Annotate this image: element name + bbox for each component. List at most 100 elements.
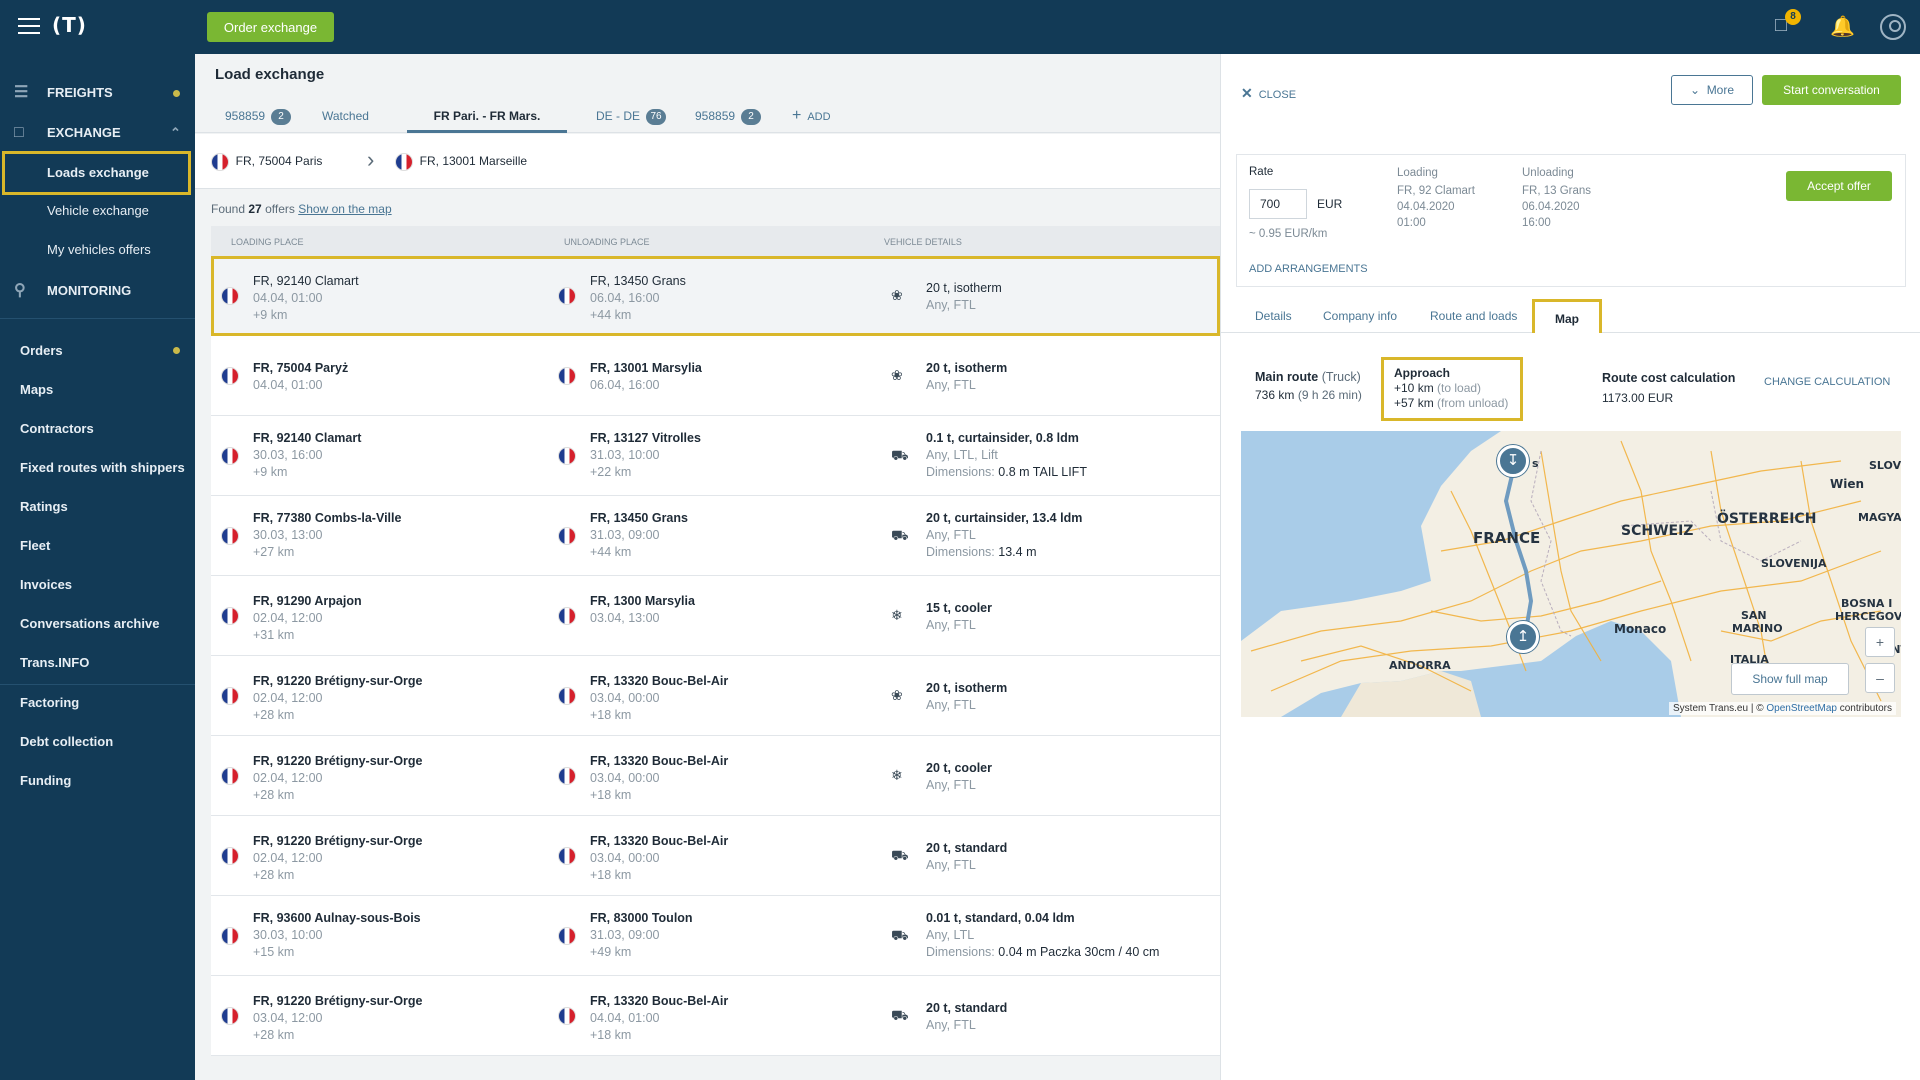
- tab-details[interactable]: Details: [1255, 309, 1292, 323]
- rate-input[interactable]: [1249, 189, 1307, 219]
- route-to: FR, 13001 Marseille: [395, 153, 527, 171]
- unloading-place: FR, 13320 Bouc-Bel-Air: [590, 834, 729, 848]
- table-row[interactable]: FR, 91220 Brétigny-sur-Orge 02.04, 12:00 +…: [211, 816, 1220, 896]
- tab-fr-pari-fr-mars[interactable]: FR Pari. - FR Mars.: [407, 99, 567, 133]
- sidebar-item-label: Loads exchange: [47, 165, 149, 180]
- loading-place: FR, 92140 Clamart: [253, 274, 359, 288]
- add-arrangements-link[interactable]: ADD ARRANGEMENTS: [1249, 263, 1368, 275]
- trans-logo[interactable]: (T): [52, 13, 87, 37]
- vehicle-details-cell: 0.01 t, standard, 0.04 ldm Any, LTL Dimens…: [926, 910, 1159, 961]
- start-conversation-button[interactable]: Start conversation: [1762, 75, 1901, 105]
- table-row[interactable]: FR, 92140 Clamart 30.03, 16:00 +9 km FR, 13…: [211, 416, 1220, 496]
- close-button[interactable]: ✕ CLOSE: [1241, 85, 1296, 102]
- sidebar-item-my-vehicles-offers[interactable]: My vehicles offers: [0, 232, 195, 268]
- chevron-up-icon[interactable]: ⌃: [170, 115, 181, 151]
- flag-fr-icon: [221, 687, 239, 705]
- vehicle-type: Any, FTL: [926, 528, 976, 542]
- column-unloading-place[interactable]: UNLOADING PLACE: [564, 237, 650, 247]
- tab-company-info[interactable]: Company info: [1323, 309, 1397, 323]
- found-suffix: offers: [265, 202, 295, 216]
- change-calculation-link[interactable]: CHANGE CALCULATION: [1764, 376, 1890, 388]
- map-attribution: System Trans.eu | © OpenStreetMap contri…: [1669, 702, 1896, 715]
- sidebar-item-contractors[interactable]: Contractors: [20, 421, 94, 436]
- sidebar-item-factoring[interactable]: Factoring: [20, 695, 79, 710]
- column-vehicle-details[interactable]: VEHICLE DETAILS: [884, 237, 962, 247]
- table-row[interactable]: FR, 92140 Clamart 04.04, 01:00 +9 km FR, 13…: [211, 256, 1220, 336]
- credit-suffix: contributors: [1839, 703, 1892, 714]
- tab-label: Watched: [322, 109, 369, 123]
- sidebar-item-ratings[interactable]: Ratings: [20, 499, 68, 514]
- tab-route-and-loads[interactable]: Route and loads: [1430, 309, 1517, 323]
- sidebar-item-label: My vehicles offers: [47, 242, 151, 257]
- sidebar-item-orders[interactable]: Orders: [20, 343, 63, 358]
- offer-summary-card: Rate EUR ~ 0.95 EUR/km ADD ARRANGEMENTS …: [1236, 154, 1906, 287]
- tab-de-de[interactable]: DE - DE 76: [596, 99, 667, 133]
- tab-958859-a[interactable]: 958859 2: [225, 99, 292, 133]
- tab-map[interactable]: Map: [1532, 299, 1602, 333]
- loading-pin-icon[interactable]: ↧: [1497, 445, 1529, 477]
- table-row[interactable]: FR, 93600 Aulnay-sous-Bois 30.03, 10:00 +1…: [211, 896, 1220, 976]
- table-row[interactable]: FR, 91220 Brétigny-sur-Orge 02.04, 12:00 +…: [211, 656, 1220, 736]
- route-filter-bar[interactable]: FR, 75004 Paris › FR, 13001 Marseille: [195, 134, 1220, 189]
- zoom-in-button[interactable]: +: [1865, 627, 1895, 657]
- vehicle-details-cell: 20 t, isotherm Any, FTL: [926, 280, 1002, 314]
- sidebar-item-label: MONITORING: [47, 283, 132, 298]
- route-from: FR, 75004 Paris: [211, 153, 322, 171]
- sidebar-item-debt-collection[interactable]: Debt collection: [20, 734, 113, 749]
- sidebar-item-trans-info[interactable]: Trans.INFO: [20, 655, 89, 670]
- order-exchange-button[interactable]: Order exchange: [207, 12, 334, 42]
- sidebar-item-loads-exchange[interactable]: Loads exchange: [2, 151, 191, 195]
- main-route-time: (9 h 26 min): [1297, 388, 1362, 402]
- unloading-place: FR, 13320 Bouc-Bel-Air: [590, 754, 729, 768]
- zoom-out-button[interactable]: –: [1865, 663, 1895, 693]
- flag-fr-icon: [221, 527, 239, 545]
- user-avatar-icon[interactable]: [1880, 14, 1906, 40]
- table-row[interactable]: FR, 91220 Brétigny-sur-Orge 03.04, 12:00 +…: [211, 976, 1220, 1056]
- chevron-down-icon: ⌄: [1689, 83, 1701, 97]
- loading-date: 30.03, 13:00: [253, 528, 323, 542]
- sidebar-item-monitoring[interactable]: ⚲ MONITORING: [0, 273, 195, 309]
- show-on-map-link[interactable]: Show on the map: [298, 202, 391, 216]
- more-button[interactable]: ⌄ More: [1671, 75, 1753, 105]
- sidebar-item-exchange[interactable]: □ EXCHANGE ⌃: [0, 115, 195, 151]
- load-exchange-main: Load exchange 958859 2 Watched FR Pari. -…: [195, 54, 1220, 1080]
- table-row[interactable]: FR, 91220 Brétigny-sur-Orge 02.04, 12:00 +…: [211, 736, 1220, 816]
- approach-to-load-note: (to load): [1437, 381, 1482, 395]
- unloading-pin-icon[interactable]: ↥: [1507, 621, 1539, 653]
- sidebar-item-fleet[interactable]: Fleet: [20, 538, 50, 553]
- main-route: Main route (Truck) 736 km (9 h 26 min): [1255, 368, 1362, 404]
- flag-fr-icon: [221, 607, 239, 625]
- table-row[interactable]: FR, 75004 Paryż 04.04, 01:00 FR, 13001 Mar…: [211, 336, 1220, 416]
- tab-add[interactable]: + ADD: [792, 99, 831, 133]
- vehicle-summary: 15 t, cooler: [926, 601, 992, 615]
- bell-icon[interactable]: 🔔: [1830, 14, 1855, 39]
- flag-fr-icon: [221, 927, 239, 945]
- sidebar-item-maps[interactable]: Maps: [20, 382, 53, 397]
- menu-icon[interactable]: [18, 18, 40, 34]
- sidebar-item-vehicle-exchange[interactable]: Vehicle exchange: [0, 193, 195, 229]
- sidebar-item-funding[interactable]: Funding: [20, 773, 71, 788]
- column-loading-place[interactable]: LOADING PLACE: [231, 237, 304, 247]
- loading-distance: +31 km: [253, 628, 295, 642]
- unloading-place: FR, 13001 Marsylia: [590, 361, 702, 375]
- show-full-map-button[interactable]: Show full map: [1731, 663, 1849, 695]
- unloading-date: 04.04, 01:00: [590, 1011, 660, 1025]
- truck-standard-icon: ⛟: [891, 1007, 909, 1023]
- tab-label: DE - DE: [596, 109, 641, 123]
- openstreetmap-link[interactable]: OpenStreetMap: [1766, 703, 1837, 714]
- table-row[interactable]: FR, 91290 Arpajon 02.04, 12:00 +31 km FR, 1…: [211, 576, 1220, 656]
- route-map[interactable]: FRANCE SCHWEIZ ÖSTERREICH SLOVENIJA Wien…: [1241, 431, 1901, 717]
- accept-offer-button[interactable]: Accept offer: [1786, 171, 1892, 201]
- tab-958859-b[interactable]: 958859 2: [695, 99, 762, 133]
- table-row[interactable]: FR, 77380 Combs-la-Ville 30.03, 13:00 +27 …: [211, 496, 1220, 576]
- dimensions-label: Dimensions:: [926, 945, 995, 959]
- sidebar-item-fixed-routes[interactable]: Fixed routes with shippers: [20, 460, 185, 475]
- loading-label: Loading: [1397, 167, 1438, 179]
- sidebar-item-invoices[interactable]: Invoices: [20, 577, 72, 592]
- sidebar: ☰ FREIGHTS □ EXCHANGE ⌃ Loads exchange V…: [0, 54, 195, 1080]
- sidebar-item-freights[interactable]: ☰ FREIGHTS: [0, 75, 195, 111]
- loading-distance: +28 km: [253, 1028, 295, 1042]
- sidebar-item-conversations-archive[interactable]: Conversations archive: [20, 616, 159, 631]
- tab-count-badge: 2: [741, 109, 762, 125]
- tab-watched[interactable]: Watched: [322, 99, 369, 133]
